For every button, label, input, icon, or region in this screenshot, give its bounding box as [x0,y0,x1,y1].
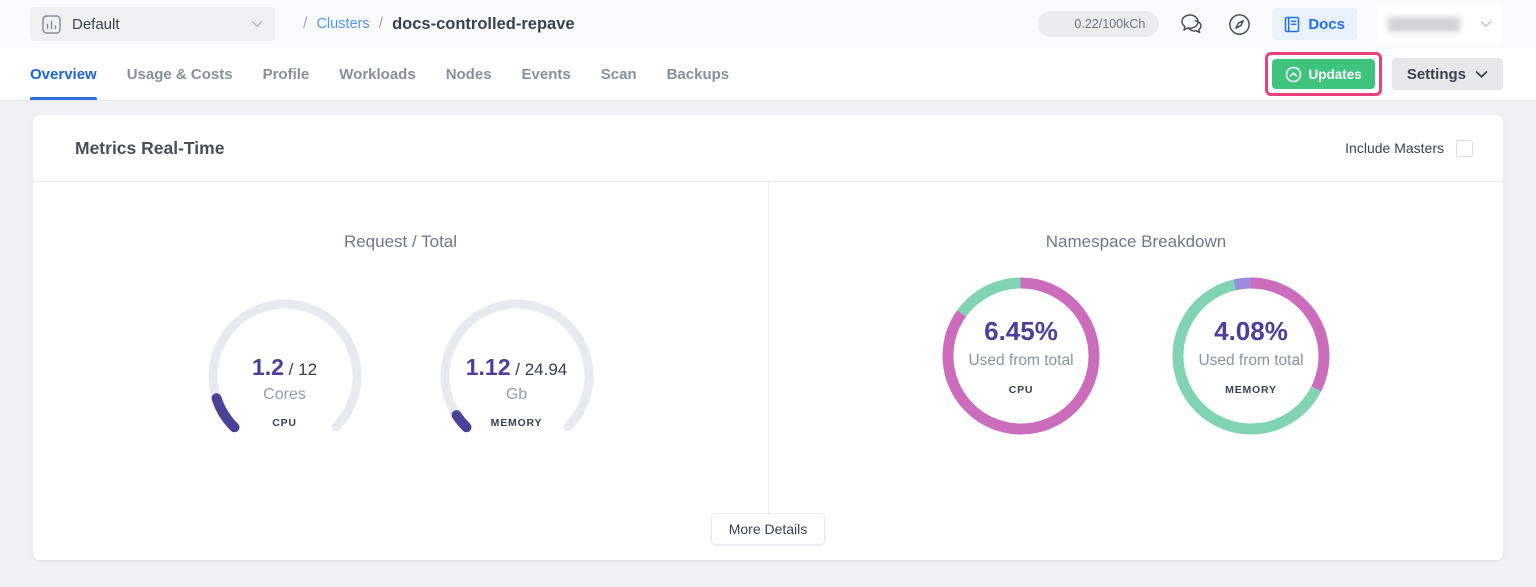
explore-compass-icon[interactable] [1228,13,1251,36]
cluster-tabbar: Overview Usage & Costs Profile Workloads… [0,48,1536,101]
gauge-memory-value: 1.12 / 24.94 [466,354,568,381]
metrics-realtime-card: Metrics Real-Time Include Masters Reques… [33,115,1503,560]
namespace-breakdown-panel: Namespace Breakdown 6.45% Used from tota… [768,182,1503,513]
redacted-username [1388,17,1460,32]
gauge-memory: 1.12 / 24.94 Gb MEMORY [437,296,597,456]
docs-button[interactable]: Docs [1272,8,1357,40]
gauge-memory-metric-label: MEMORY [491,417,543,429]
updates-highlight-annotation: Updates [1265,52,1382,96]
more-details-button[interactable]: More Details [711,513,826,545]
arrow-up-circle-icon [1285,66,1302,83]
tab-scan[interactable]: Scan [601,48,637,100]
bar-chart-icon [42,15,61,34]
project-selector[interactable]: Default [30,7,275,41]
chevron-down-icon [1480,20,1492,28]
settings-button-label: Settings [1407,66,1466,83]
book-icon [1284,16,1300,33]
breadcrumb: / Clusters / docs-controlled-repave [303,15,575,34]
gauge-cpu-metric-label: CPU [272,417,297,429]
gauge-cpu-unit: Cores [263,386,306,404]
topbar-left: Default / Clusters / docs-controlled-rep… [30,7,575,41]
include-masters-label: Include Masters [1345,140,1444,156]
tab-workloads[interactable]: Workloads [339,48,415,100]
project-selector-label: Default [72,16,120,33]
usage-quota-badge: 0.22/100kCh [1038,11,1159,37]
card-title: Metrics Real-Time [75,138,224,159]
donut-memory-subtitle: Used from total [1198,352,1303,370]
donut-memory: 4.08% Used from total MEMORY [1169,274,1333,438]
donut-memory-text: 4.08% Used from total MEMORY [1169,274,1333,438]
donut-memory-metric-label: MEMORY [1225,384,1277,396]
docs-button-label: Docs [1308,16,1345,33]
breadcrumb-link-clusters[interactable]: Clusters [316,16,369,32]
gauge-memory-text: 1.12 / 24.94 Gb MEMORY [437,354,597,429]
card-header: Metrics Real-Time Include Masters [33,115,1503,182]
donut-cpu-metric-label: CPU [1009,384,1034,396]
page-body: Metrics Real-Time Include Masters Reques… [0,101,1536,560]
breadcrumb-current-cluster: docs-controlled-repave [392,15,574,34]
tab-backups[interactable]: Backups [667,48,730,100]
breadcrumb-separator: / [379,15,383,33]
donut-cpu-text: 6.45% Used from total CPU [939,274,1103,438]
request-total-panel: Request / Total 1.2 / 12 Cores CPU [33,182,768,513]
include-masters-checkbox[interactable] [1456,140,1473,157]
tab-events[interactable]: Events [522,48,571,100]
tab-overview[interactable]: Overview [30,48,97,100]
settings-button[interactable]: Settings [1392,58,1503,90]
gauge-cpu-value: 1.2 / 12 [252,354,317,381]
card-footer: More Details [33,513,1503,560]
updates-button-label: Updates [1309,67,1362,82]
include-masters-control: Include Masters [1345,140,1473,157]
donut-memory-percent: 4.08% [1214,316,1288,347]
tabs: Overview Usage & Costs Profile Workloads… [30,48,729,100]
donut-cpu: 6.45% Used from total CPU [939,274,1103,438]
tab-nodes[interactable]: Nodes [446,48,492,100]
tab-usage-costs[interactable]: Usage & Costs [127,48,233,100]
request-total-title: Request / Total [344,232,457,252]
namespace-breakdown-title: Namespace Breakdown [1046,232,1226,252]
breadcrumb-separator: / [303,15,307,33]
updates-button[interactable]: Updates [1272,59,1375,89]
donuts-row: 6.45% Used from total CPU 4.08% Used fro… [939,274,1333,438]
card-content: Request / Total 1.2 / 12 Cores CPU [33,182,1503,513]
chevron-down-icon [251,20,263,28]
topbar-right: 0.22/100kCh Docs [1038,6,1502,42]
gauges-row: 1.2 / 12 Cores CPU 1.12 [205,296,597,456]
tab-profile[interactable]: Profile [263,48,310,100]
tab-actions: Updates Settings [1265,52,1503,96]
gauge-cpu: 1.2 / 12 Cores CPU [205,296,365,456]
donut-cpu-percent: 6.45% [984,316,1058,347]
gauge-memory-unit: Gb [506,386,527,404]
user-menu[interactable] [1378,6,1502,42]
donut-cpu-subtitle: Used from total [968,352,1073,370]
topbar: Default / Clusters / docs-controlled-rep… [0,0,1536,48]
gauge-cpu-text: 1.2 / 12 Cores CPU [205,354,365,429]
chevron-down-icon [1475,70,1488,79]
chat-icon[interactable] [1180,12,1207,36]
